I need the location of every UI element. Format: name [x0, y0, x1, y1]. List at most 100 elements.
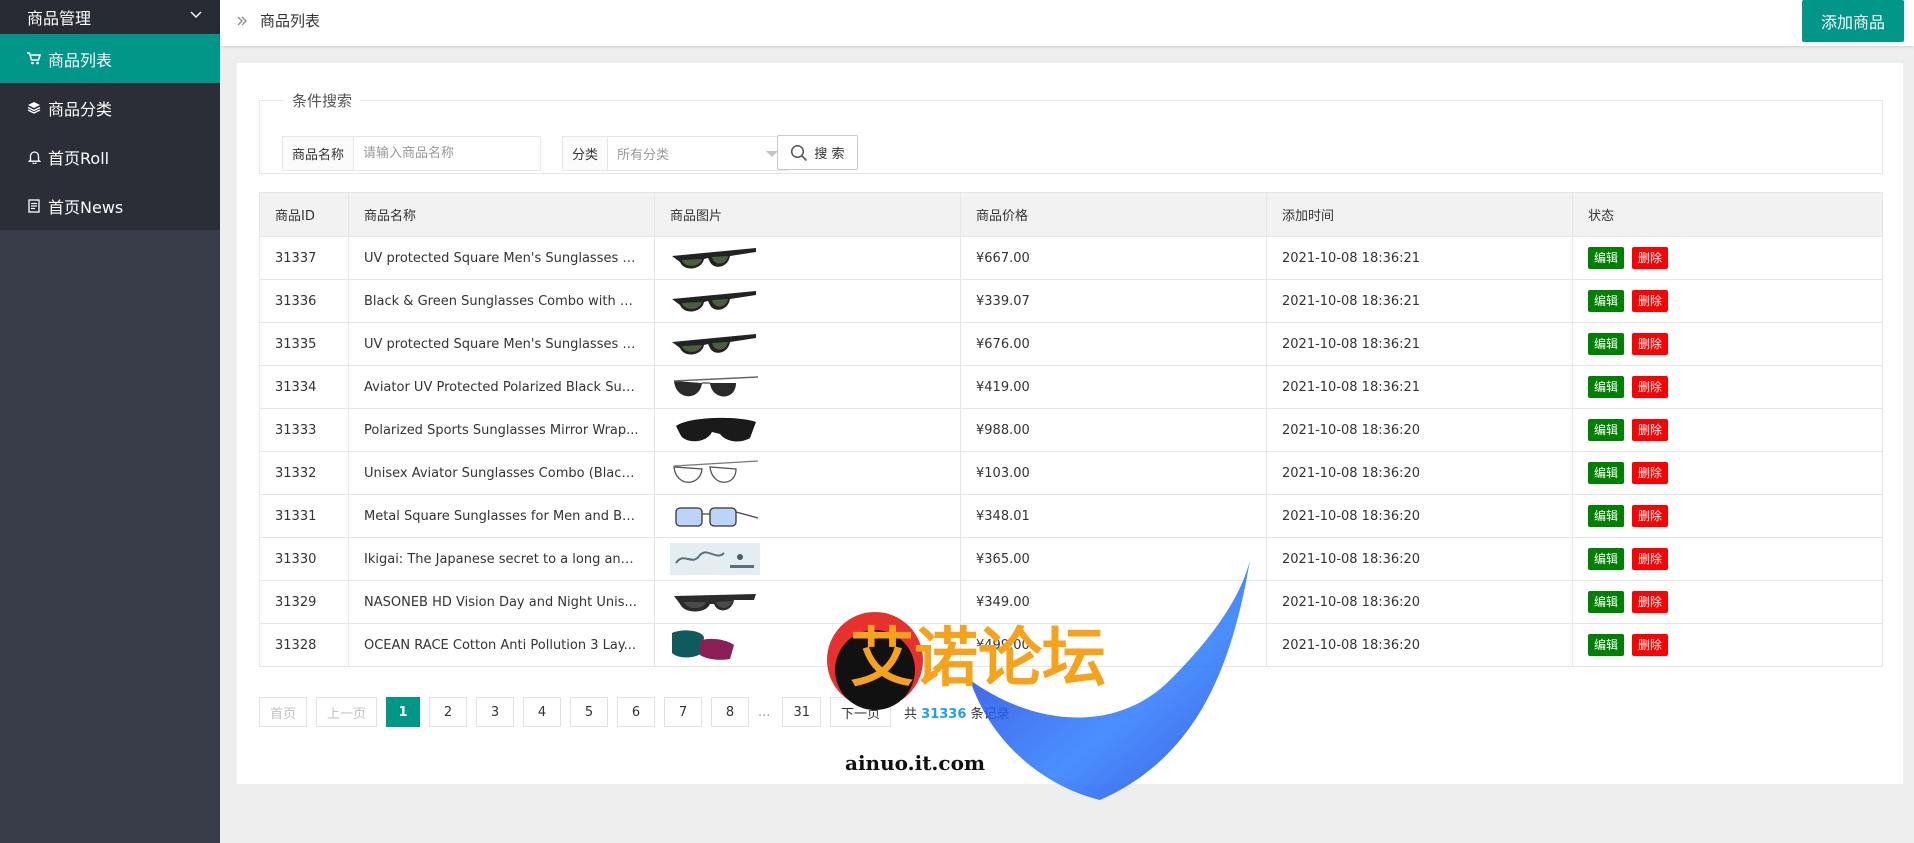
delete-button[interactable]: 删除 [1632, 419, 1669, 441]
product-thumbnail[interactable] [670, 242, 945, 274]
edit-button[interactable]: 编辑 [1588, 290, 1625, 312]
cell-actions: 编辑 删除 [1572, 623, 1883, 667]
table-header-row: 商品ID 商品名称 商品图片 商品价格 添加时间 状态 [259, 192, 1883, 237]
last-page-button[interactable]: 31 [782, 697, 821, 727]
sidebar-item-label: 首页Roll [48, 148, 110, 168]
cell-id: 31329 [259, 580, 349, 624]
cell-price: ¥365.00 [960, 537, 1267, 581]
edit-button[interactable]: 编辑 [1588, 419, 1625, 441]
page-8-button[interactable]: 8 [711, 697, 750, 727]
table-row: 31334 Aviator UV Protected Polarized Blac… [259, 365, 1883, 409]
cell-price: ¥499.00 [960, 623, 1267, 667]
first-page-button[interactable]: 首页 [259, 697, 308, 727]
product-thumbnail[interactable] [670, 285, 945, 317]
product-name-filter: 商品名称 [282, 136, 542, 171]
sidebar-item-product-category[interactable]: 商品分类 [0, 83, 220, 132]
search-button[interactable]: 搜 索 [777, 135, 858, 170]
delete-button[interactable]: 删除 [1632, 548, 1669, 570]
double-chevron-right-icon [237, 16, 247, 25]
cell-id: 31331 [259, 494, 349, 538]
cell-name: UV protected Square Men's Sunglasses (..… [348, 236, 655, 280]
sidebar-group-product-management[interactable]: 商品管理 [0, 0, 220, 34]
edit-button[interactable]: 编辑 [1588, 333, 1625, 355]
product-thumbnail[interactable] [670, 543, 945, 575]
main-panel: 条件搜索 商品名称 分类 所有分类 搜 索 商品ID 商品名称 商品图片 商品价… [237, 63, 1903, 784]
delete-button[interactable]: 删除 [1632, 591, 1669, 613]
edit-button[interactable]: 编辑 [1588, 247, 1625, 269]
add-product-button[interactable]: 添加商品 [1801, 0, 1904, 42]
cell-name: UV protected Square Men's Sunglasses (..… [348, 322, 655, 366]
search-legend: 条件搜索 [292, 92, 353, 110]
product-thumbnail[interactable] [670, 586, 945, 618]
column-header-name: 商品名称 [348, 192, 655, 237]
cell-image [654, 408, 961, 452]
product-name-input[interactable] [354, 137, 541, 170]
delete-button[interactable]: 删除 [1632, 462, 1669, 484]
cell-actions: 编辑 删除 [1572, 494, 1883, 538]
table-row: 31336 Black & Green Sunglasses Combo with… [259, 279, 1883, 323]
pagination-ellipsis: ... [758, 704, 771, 720]
edit-button[interactable]: 编辑 [1588, 505, 1625, 527]
edit-button[interactable]: 编辑 [1588, 462, 1625, 484]
search-button-label: 搜 索 [814, 147, 845, 162]
page-7-button[interactable]: 7 [664, 697, 703, 727]
sidebar-item-label: 首页News [48, 197, 124, 217]
total-prefix: 共 [904, 706, 918, 722]
edit-button[interactable]: 编辑 [1588, 634, 1625, 656]
category-select-value: 所有分类 [617, 148, 670, 163]
cell-id: 31334 [259, 365, 349, 409]
product-thumbnail[interactable] [670, 457, 945, 489]
page-1-button[interactable]: 1 [386, 697, 421, 727]
delete-button[interactable]: 删除 [1632, 634, 1669, 656]
cell-time: 2021-10-08 18:36:21 [1266, 322, 1573, 366]
edit-button[interactable]: 编辑 [1588, 591, 1625, 613]
category-label: 分类 [563, 137, 609, 170]
cell-price: ¥676.00 [960, 322, 1267, 366]
cell-image [654, 537, 961, 581]
product-name-label: 商品名称 [283, 137, 355, 170]
delete-button[interactable]: 删除 [1632, 247, 1669, 269]
cell-image [654, 322, 961, 366]
delete-button[interactable]: 删除 [1632, 333, 1669, 355]
delete-button[interactable]: 删除 [1632, 290, 1669, 312]
edit-button[interactable]: 编辑 [1588, 376, 1625, 398]
page-2-button[interactable]: 2 [429, 697, 468, 727]
product-thumbnail[interactable] [670, 500, 945, 532]
page-5-button[interactable]: 5 [570, 697, 609, 727]
cart-icon [27, 52, 41, 66]
product-thumbnail[interactable] [670, 328, 945, 360]
product-thumbnail[interactable] [670, 414, 945, 446]
cell-actions: 编辑 删除 [1572, 537, 1883, 581]
product-thumbnail[interactable] [670, 629, 945, 661]
sidebar-item-label: 商品分类 [48, 99, 113, 119]
page-4-button[interactable]: 4 [523, 697, 562, 727]
cell-actions: 编辑 删除 [1572, 451, 1883, 495]
sidebar-item-home-news[interactable]: 首页News [0, 181, 220, 230]
sidebar-item-product-list[interactable]: 商品列表 [0, 34, 220, 83]
table-row: 31333 Polarized Sports Sunglasses Mirror … [259, 408, 1883, 452]
cell-time: 2021-10-08 18:36:21 [1266, 365, 1573, 409]
breadcrumb-current: 商品列表 [260, 12, 321, 30]
table-row: 31335 UV protected Square Men's Sunglasse… [259, 322, 1883, 366]
cell-image [654, 623, 961, 667]
cell-id: 31333 [259, 408, 349, 452]
delete-button[interactable]: 删除 [1632, 505, 1669, 527]
page-3-button[interactable]: 3 [476, 697, 515, 727]
cell-image [654, 580, 961, 624]
breadcrumb: 商品列表 [236, 10, 320, 31]
product-thumbnail[interactable] [670, 371, 945, 403]
cell-price: ¥419.00 [960, 365, 1267, 409]
cell-price: ¥103.00 [960, 451, 1267, 495]
category-select[interactable]: 所有分类 [608, 137, 788, 170]
next-page-button[interactable]: 下一页 [829, 697, 891, 727]
cell-name: Polarized Sports Sunglasses Mirror Wrap.… [348, 408, 655, 452]
prev-page-button[interactable]: 上一页 [316, 697, 378, 727]
cell-actions: 编辑 删除 [1572, 365, 1883, 409]
table-row: 31329 NASONEB HD Vision Day and Night Uni… [259, 580, 1883, 624]
table-row: 31328 OCEAN RACE Cotton Anti Pollution 3 … [259, 623, 1883, 667]
cell-time: 2021-10-08 18:36:20 [1266, 408, 1573, 452]
page-6-button[interactable]: 6 [617, 697, 656, 727]
delete-button[interactable]: 删除 [1632, 376, 1669, 398]
sidebar-item-home-roll[interactable]: 首页Roll [0, 132, 220, 181]
edit-button[interactable]: 编辑 [1588, 548, 1625, 570]
